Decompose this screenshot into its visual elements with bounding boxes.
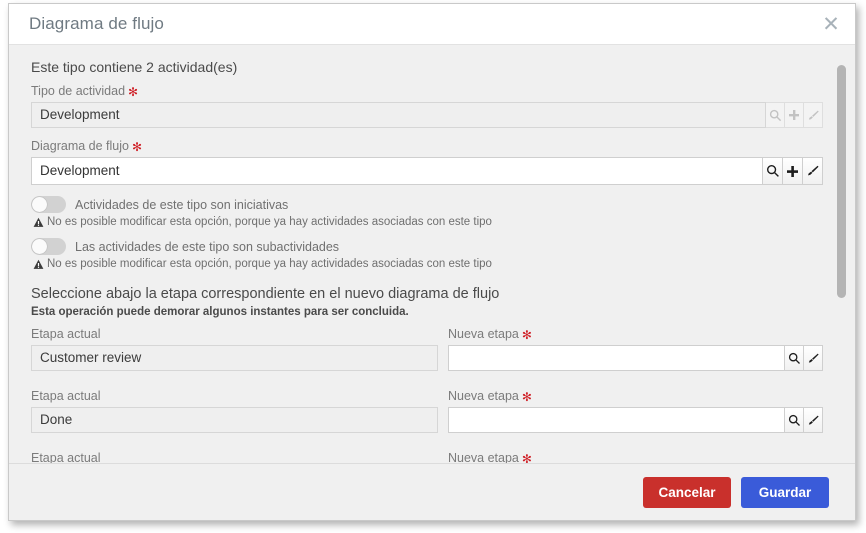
brush-icon[interactable] bbox=[804, 407, 823, 433]
required-marker-icon: ✻ bbox=[128, 84, 139, 99]
stage-new-label-text: Nueva etapa bbox=[448, 327, 519, 341]
field-row-flow-diagram bbox=[31, 157, 823, 185]
toggle-label-initiatives: Actividades de este tipo son iniciativas bbox=[75, 197, 289, 212]
stage-current-col: Etapa actual bbox=[31, 451, 438, 463]
vertical-scrollbar[interactable] bbox=[837, 51, 846, 459]
save-button[interactable]: Guardar bbox=[741, 476, 829, 508]
activity-type-input[interactable] bbox=[31, 102, 766, 128]
close-icon[interactable]: ✕ bbox=[821, 14, 841, 35]
toggle-subactivities[interactable] bbox=[31, 238, 66, 255]
plus-icon[interactable] bbox=[783, 157, 803, 185]
field-label-activity-type: Tipo de actividad ✻ bbox=[31, 84, 823, 99]
field-label-text: Tipo de actividad bbox=[31, 84, 126, 98]
brush-icon[interactable] bbox=[804, 345, 823, 371]
required-marker-icon: ✻ bbox=[521, 389, 532, 404]
warning-triangle-icon bbox=[33, 217, 44, 227]
toggle-knob bbox=[32, 197, 47, 212]
stage-current-col: Etapa actual bbox=[31, 327, 438, 382]
warning-text-initiatives: No es posible modificar esta opción, por… bbox=[47, 216, 492, 228]
stage-current-label: Etapa actual bbox=[31, 389, 101, 403]
field-row-activity-type bbox=[31, 102, 823, 128]
stage-new-row bbox=[448, 345, 823, 371]
stage-new-col: Nueva etapa ✻ bbox=[448, 389, 823, 444]
stage-new-input[interactable] bbox=[448, 407, 785, 433]
stage-new-label: Nueva etapa ✻ bbox=[448, 327, 823, 342]
required-marker-icon: ✻ bbox=[521, 327, 532, 342]
search-icon bbox=[766, 102, 785, 128]
required-marker-icon: ✻ bbox=[521, 451, 532, 464]
stage-current-col: Etapa actual bbox=[31, 389, 438, 444]
toggle-row-initiatives[interactable]: Actividades de este tipo son iniciativas bbox=[31, 196, 823, 213]
stage-new-label-text: Nueva etapa bbox=[448, 389, 519, 403]
required-marker-icon: ✻ bbox=[131, 139, 143, 154]
stages-subheading: Esta operación puede demorar algunos ins… bbox=[31, 306, 409, 318]
cancel-button[interactable]: Cancelar bbox=[643, 476, 731, 508]
flow-diagram-dialog: Diagrama de flujo ✕ Este tipo contiene 2… bbox=[8, 3, 856, 521]
brush-icon bbox=[804, 102, 823, 128]
stages-grid: Etapa actual Nueva etapa ✻ bbox=[31, 327, 823, 463]
toggle-label-subactivities: Las actividades de este tipo son subacti… bbox=[75, 239, 340, 254]
dialog-footer: Cancelar Guardar bbox=[9, 463, 855, 520]
stage-new-col: Nueva etapa ✻ bbox=[448, 327, 823, 382]
stage-new-input[interactable] bbox=[448, 345, 785, 371]
warning-row-initiatives: No es posible modificar esta opción, por… bbox=[33, 216, 823, 228]
field-label-flow-diagram: Diagrama de flujo ✻ bbox=[31, 139, 823, 154]
search-icon[interactable] bbox=[785, 407, 804, 433]
stage-new-row bbox=[448, 407, 823, 433]
flow-diagram-input[interactable] bbox=[31, 157, 763, 185]
stage-new-col: Nueva etapa ✻ bbox=[448, 451, 823, 463]
stage-row: Etapa actual Nueva etapa ✻ bbox=[31, 389, 823, 444]
warning-text-subactivities: No es posible modificar esta opción, por… bbox=[47, 258, 492, 270]
toggle-knob bbox=[32, 239, 47, 254]
toggle-initiatives[interactable] bbox=[31, 196, 66, 213]
stages-heading: Seleccione abajo la etapa correspondient… bbox=[31, 286, 500, 302]
dialog-scroll-area: Este tipo contiene 2 actividad(es) Tipo … bbox=[9, 45, 855, 463]
warning-row-subactivities: No es posible modificar esta opción, por… bbox=[33, 258, 823, 270]
dialog-titlebar: Diagrama de flujo ✕ bbox=[9, 4, 855, 45]
stage-new-label: Nueva etapa ✻ bbox=[448, 451, 823, 463]
stage-row: Etapa actual Nueva etapa ✻ bbox=[31, 327, 823, 382]
stage-new-label: Nueva etapa ✻ bbox=[448, 389, 823, 404]
stage-current-label: Etapa actual bbox=[31, 451, 101, 463]
search-icon[interactable] bbox=[763, 157, 783, 185]
warning-triangle-icon bbox=[33, 259, 44, 269]
search-icon[interactable] bbox=[785, 345, 804, 371]
stage-current-label: Etapa actual bbox=[31, 327, 101, 341]
dialog-title: Diagrama de flujo bbox=[29, 14, 164, 33]
dialog-body: Este tipo contiene 2 actividad(es) Tipo … bbox=[9, 45, 855, 463]
stage-row: Etapa actual Nueva etapa ✻ bbox=[31, 451, 823, 463]
stage-current-input[interactable] bbox=[31, 345, 438, 371]
stage-new-label-text: Nueva etapa bbox=[448, 451, 519, 463]
brush-icon[interactable] bbox=[803, 157, 823, 185]
activity-count-text: Este tipo contiene 2 actividad(es) bbox=[31, 59, 238, 75]
scrollbar-thumb[interactable] bbox=[837, 65, 846, 298]
plus-icon bbox=[785, 102, 804, 128]
toggle-row-subactivities[interactable]: Las actividades de este tipo son subacti… bbox=[31, 238, 823, 255]
stage-current-row bbox=[31, 345, 438, 371]
stage-current-input[interactable] bbox=[31, 407, 438, 433]
field-label-text: Diagrama de flujo bbox=[31, 139, 129, 153]
stage-current-row bbox=[31, 407, 438, 433]
